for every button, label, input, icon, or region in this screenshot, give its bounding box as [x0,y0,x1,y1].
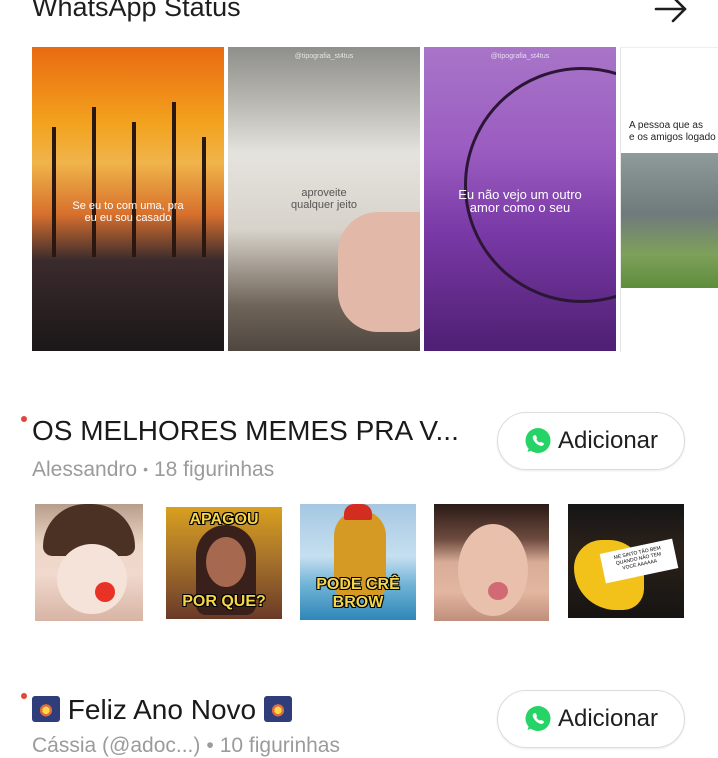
status-thumbnail[interactable]: A pessoa que as e os amigos logado [620,47,718,352]
fireworks-icon [32,696,60,722]
whatsapp-icon [525,706,551,731]
pack-author: Cássia (@adoc...) [32,734,201,757]
add-pack-button[interactable]: Adicionar [497,690,685,748]
sticker-yellow-hand-note[interactable]: ME SINTO TÃO BEM QUANDO NÃO TEM VOCE AAA… [568,504,684,618]
new-indicator-dot [21,416,27,422]
fireworks-icon [263,696,292,722]
whatsapp-icon [525,428,551,453]
status-caption: A pessoa que as e os amigos logado [629,120,716,143]
status-thumbnail[interactable]: @tipografia_st4tus Eu não vejo um outro … [424,47,616,351]
pack-subtitle: Cássia (@adoc...) • 10 figurinhas [32,734,340,757]
pack-count: 18 figurinhas [153,458,275,481]
pack-title-text: Feliz Ano Novo [67,694,257,725]
add-pack-button[interactable]: Adicionar [497,412,685,470]
sticker-apagou[interactable]: APAGOU POR QUE? [166,507,282,619]
status-caption: aproveite qualquer jeito [290,187,358,211]
pack-title[interactable]: Feliz Ano Novo [32,694,292,726]
status-thumbnail[interactable]: @tipografia_st4tus aproveite qualquer je… [228,47,420,351]
status-section-title: WhatsApp Status [32,0,241,22]
sticker-top-text: APAGOU [189,511,259,528]
pack-count: 10 figurinhas [219,734,340,757]
arrow-right-icon[interactable] [654,0,688,24]
status-caption: Se eu to com uma, pra eu eu sou casado [72,200,184,224]
status-watermark: @tipografia_st4tus [294,53,354,60]
status-thumbnail[interactable]: Se eu to com uma, pra eu eu sou casado [32,47,224,351]
sticker-bottom-text: PODE CRÊ BROW [316,576,400,611]
add-button-label: Adicionar [557,705,659,732]
sticker-baby-clown[interactable] [35,504,143,621]
add-button-label: Adicionar [557,427,659,454]
new-indicator-dot [21,693,27,699]
sticker-bottom-text: POR QUE? [182,593,266,610]
pack-author: Alessandro [32,458,138,481]
pack-title[interactable]: OS MELHORES MEMES PRA V... [32,415,459,447]
opossums-image [621,153,718,288]
sticker-tongue-girl[interactable] [434,504,549,621]
status-watermark: @tipografia_st4tus [490,53,550,60]
status-caption: Eu não vejo um outro amor como o seu [458,187,582,215]
sticker-rooster[interactable]: PODE CRÊ BROW [300,504,416,620]
pack-subtitle: Alessandro • 18 figurinhas [32,458,275,481]
